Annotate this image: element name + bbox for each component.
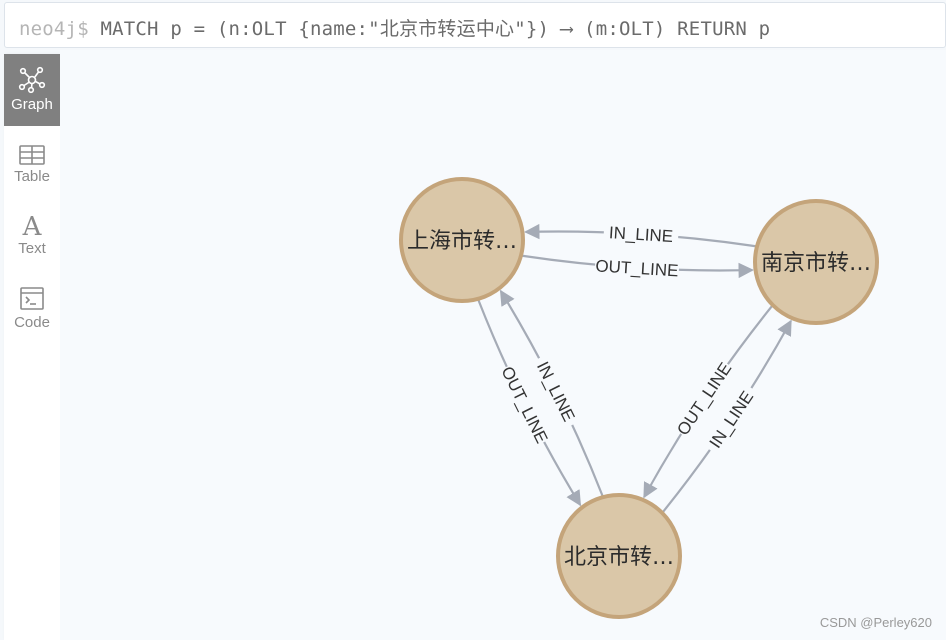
- graph-node-nanjing[interactable]: 南京市转…: [753, 199, 879, 325]
- node-label: 上海市转…: [407, 229, 517, 254]
- sidebar-label-table: Table: [14, 168, 50, 185]
- sidebar-item-table[interactable]: Table: [4, 132, 60, 204]
- relationship-label[interactable]: OUT_LINE: [595, 256, 679, 280]
- code-icon: [20, 287, 44, 310]
- sidebar-item-graph[interactable]: Graph: [4, 54, 60, 126]
- sidebar-item-code[interactable]: Code: [4, 276, 60, 348]
- query-editor[interactable]: neo4j$ MATCH p = (n:OLT {name:"北京市转运中心"}…: [4, 2, 946, 48]
- graph-visualization[interactable]: OUT_LINEIN_LINEOUT_LINEIN_LINE IN_LINEOUT…: [60, 50, 946, 640]
- graph-node-shanghai[interactable]: 上海市转…: [399, 177, 525, 303]
- node-label: 南京市转…: [761, 251, 871, 276]
- relationship-label[interactable]: IN_LINE: [608, 223, 673, 246]
- node-label: 北京市转…: [564, 545, 674, 570]
- sidebar-item-text[interactable]: A Text: [4, 204, 60, 276]
- view-sidebar: Graph Table A Text Code: [4, 54, 60, 640]
- query-prompt: neo4j$: [19, 18, 89, 40]
- query-text[interactable]: neo4j$ MATCH p = (n:OLT {name:"北京市转运中心"}…: [19, 14, 770, 41]
- graph-icon: [18, 66, 46, 94]
- text-icon: A: [22, 212, 43, 238]
- relationship-label-group: OUT_LINE: [594, 255, 680, 281]
- graph-canvas[interactable]: OUT_LINE IN_LINE OUT_LINE IN_LINE IN_LINE OUT…: [60, 50, 946, 640]
- watermark: CSDN @Perley620: [819, 615, 932, 630]
- query-statement[interactable]: MATCH p = (n:OLT {name:"北京市转运中心"}) ⟶ (m:…: [100, 18, 770, 40]
- sidebar-label-code: Code: [14, 314, 50, 331]
- sidebar-label-text: Text: [18, 240, 46, 257]
- table-icon: [19, 145, 45, 165]
- relationship-label-group: IN_LINE: [603, 221, 679, 247]
- graph-node-beijing[interactable]: 北京市转…: [556, 493, 682, 619]
- svg-text:A: A: [22, 212, 43, 238]
- sidebar-label-graph: Graph: [11, 96, 53, 113]
